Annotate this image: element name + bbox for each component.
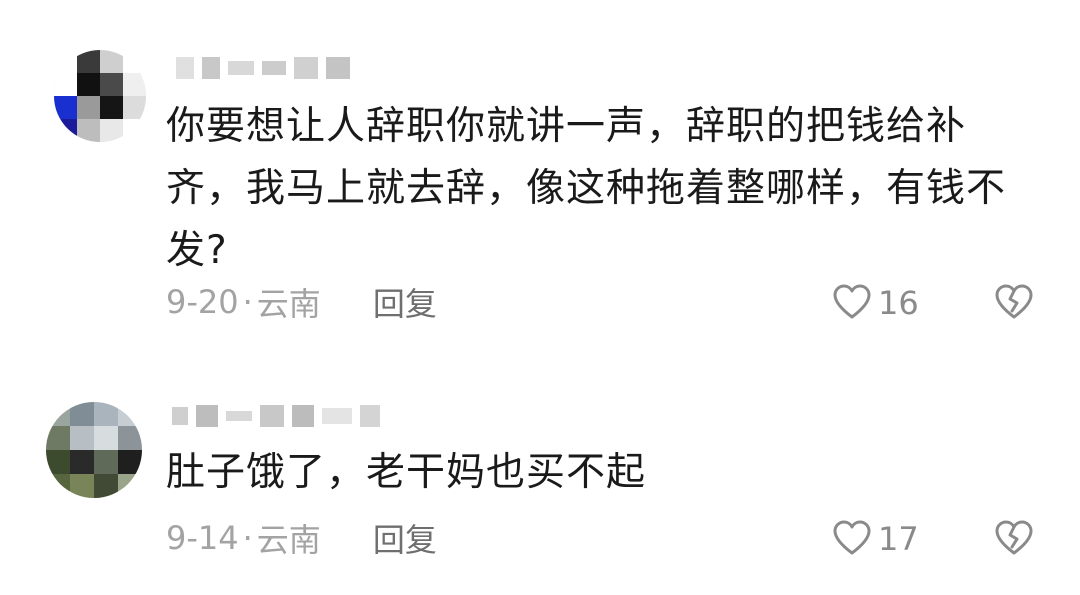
dislike-button[interactable] (990, 281, 1038, 325)
blurred-avatar-icon (54, 50, 146, 142)
username-redacted[interactable] (176, 50, 350, 86)
user-avatar[interactable] (54, 50, 146, 142)
comment-item: 肚子饿了，老干妈也买不起 9-14 · 云南 回复 17 (0, 350, 1080, 595)
like-count: 16 (878, 284, 919, 322)
comment-meta: 9-14 · 云南 回复 (166, 516, 437, 560)
broken-heart-icon (995, 520, 1033, 555)
blurred-avatar-icon (46, 402, 142, 498)
comment-location: 云南 (256, 285, 321, 323)
comment-text: 肚子饿了，老干妈也买不起 (166, 450, 647, 495)
comment-text: 你要想让人辞职你就讲一声，辞职的把钱给补齐，我马上就去辞，像这种拖着整哪样，有钱… (166, 104, 1007, 273)
meta-separator: · (242, 283, 253, 321)
comment-item: 你要想让人辞职你就讲一声，辞职的把钱给补齐，我马上就去辞，像这种拖着整哪样，有钱… (0, 0, 1080, 350)
reply-button[interactable]: 回复 (373, 515, 437, 561)
like-count: 17 (878, 520, 919, 558)
comment-date: 9-20 (166, 283, 239, 321)
dislike-button[interactable] (990, 517, 1038, 561)
broken-heart-icon (995, 284, 1033, 319)
heart-outline-icon (833, 284, 871, 319)
like-button[interactable]: 16 (832, 281, 919, 325)
user-avatar[interactable] (46, 402, 142, 498)
comment-date: 9-14 (166, 519, 239, 557)
comment-location: 云南 (256, 521, 321, 559)
meta-separator: · (242, 519, 253, 557)
comment-meta: 9-20 · 云南 回复 (166, 280, 437, 324)
username-redacted[interactable] (172, 398, 380, 434)
like-button[interactable]: 17 (832, 517, 919, 561)
heart-outline-icon (833, 520, 871, 555)
reply-button[interactable]: 回复 (373, 279, 437, 325)
